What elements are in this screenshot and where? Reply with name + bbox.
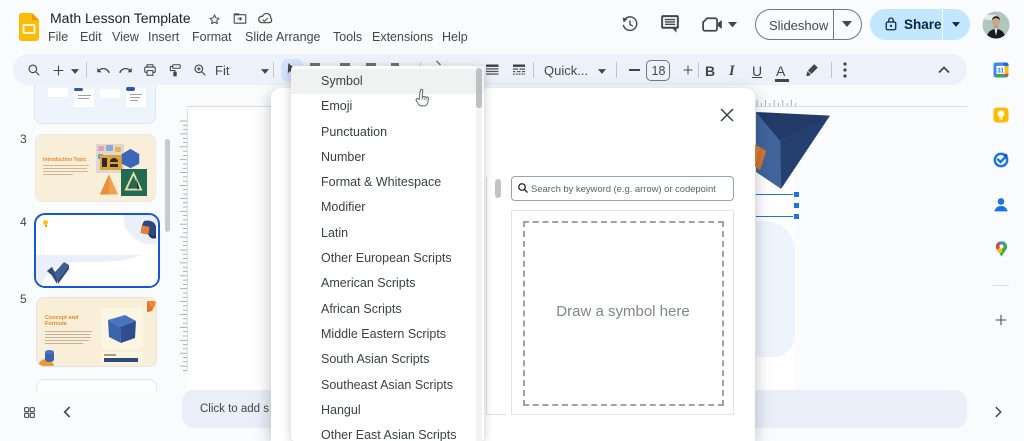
svg-text:31: 31 — [997, 69, 1004, 75]
